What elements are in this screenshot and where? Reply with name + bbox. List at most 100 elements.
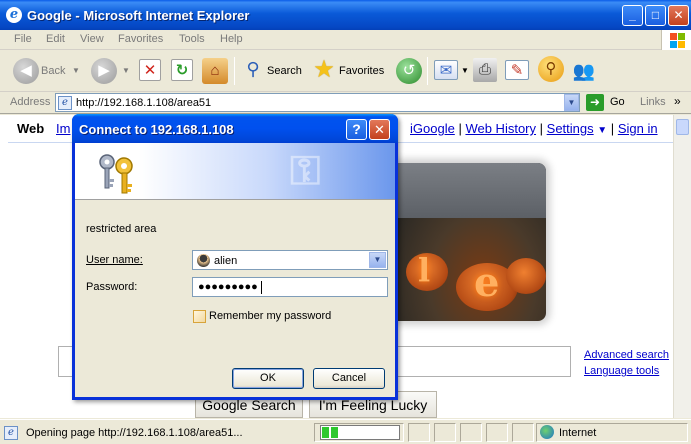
- logo-letter: l: [418, 251, 431, 289]
- dialog-close-button[interactable]: ✕: [369, 119, 390, 140]
- page-icon: e: [58, 96, 72, 110]
- password-value[interactable]: ●●●●●●●●●: [198, 281, 258, 293]
- user-avatar-icon: [197, 254, 210, 267]
- username-label: User name:: [86, 254, 143, 266]
- menu-help[interactable]: Help: [220, 33, 243, 45]
- sign-in-link[interactable]: Sign in: [618, 121, 658, 136]
- status-text: Opening page http://192.168.1.108/area51…: [26, 427, 243, 439]
- history-icon[interactable]: ↺: [396, 58, 422, 84]
- status-bar: e Opening page http://192.168.1.108/area…: [0, 419, 691, 444]
- status-cell: [512, 423, 534, 442]
- progress-segment: [331, 427, 338, 438]
- messenger-icon[interactable]: 👥: [571, 58, 597, 84]
- search-icon[interactable]: ⚲: [242, 58, 264, 80]
- logo-sky: [388, 163, 546, 218]
- menu-view[interactable]: View: [80, 33, 104, 45]
- username-value[interactable]: alien: [214, 255, 237, 267]
- address-dropdown-icon[interactable]: ▼: [564, 94, 579, 111]
- settings-caret-icon[interactable]: ▼: [597, 125, 607, 136]
- igoogle-link[interactable]: iGoogle: [410, 121, 455, 136]
- username-combobox[interactable]: alien ▼: [192, 250, 388, 270]
- address-input[interactable]: e http://192.168.1.108/area51 ▼: [55, 93, 580, 112]
- logo-letter: e: [474, 259, 500, 306]
- progress-fill: [322, 427, 398, 438]
- text-caret: [261, 281, 262, 294]
- status-cell: [408, 423, 430, 442]
- menu-bar: File Edit View Favorites Tools Help: [0, 30, 691, 50]
- dialog-title-bar[interactable]: Connect to 192.168.1.108 ? ✕: [72, 114, 398, 143]
- address-url[interactable]: http://192.168.1.108/area51: [76, 97, 211, 109]
- window-title: Google - Microsoft Internet Explorer: [27, 8, 250, 23]
- links-button[interactable]: Links: [640, 96, 666, 108]
- link-separator: |: [539, 121, 544, 136]
- close-button[interactable]: ✕: [668, 5, 689, 26]
- web-history-link[interactable]: Web History: [465, 121, 536, 136]
- google-doodle-logo[interactable]: l e: [388, 163, 546, 321]
- favorites-star-icon[interactable]: ★: [311, 57, 337, 83]
- menu-tools[interactable]: Tools: [179, 33, 205, 45]
- nav-images[interactable]: Im: [56, 121, 70, 136]
- remember-password-label[interactable]: Remember my password: [209, 310, 331, 322]
- dialog-title: Connect to 192.168.1.108: [79, 122, 234, 137]
- go-button[interactable]: Go: [610, 96, 625, 108]
- ok-button[interactable]: OK: [232, 368, 304, 389]
- status-cell: [434, 423, 456, 442]
- maximize-button[interactable]: □: [645, 5, 666, 26]
- scroll-up-icon[interactable]: [676, 119, 689, 135]
- keys-icon: [99, 154, 133, 194]
- ie-logo-icon: e: [6, 7, 22, 23]
- links-chevron-icon[interactable]: »: [674, 94, 681, 108]
- search-label[interactable]: Search: [267, 65, 302, 77]
- language-tools-link[interactable]: Language tools: [584, 365, 659, 377]
- security-zone: Internet: [559, 427, 597, 439]
- password-field[interactable]: ●●●●●●●●●: [192, 277, 388, 297]
- back-icon[interactable]: ◀: [13, 58, 39, 84]
- link-separator: |: [610, 121, 615, 136]
- mail-dropdown-icon[interactable]: ▼: [461, 66, 469, 75]
- progress-bar: [320, 425, 400, 440]
- vertical-scrollbar[interactable]: [673, 115, 691, 418]
- stop-icon[interactable]: ✕: [139, 59, 161, 81]
- toolbar-separator: [234, 57, 235, 85]
- back-label[interactable]: Back: [41, 65, 65, 77]
- pumpkin: [506, 258, 546, 294]
- status-cell: [486, 423, 508, 442]
- password-label: Password:: [86, 281, 138, 293]
- menu-edit[interactable]: Edit: [46, 33, 65, 45]
- windows-logo-icon: [661, 30, 691, 50]
- menu-favorites[interactable]: Favorites: [118, 33, 163, 45]
- print-icon[interactable]: ⎙: [473, 58, 497, 82]
- banner-watermark-icon: ⚿: [290, 147, 321, 194]
- menu-file[interactable]: File: [14, 33, 32, 45]
- refresh-icon[interactable]: ↻: [171, 59, 193, 81]
- advanced-search-link[interactable]: Advanced search: [584, 349, 669, 361]
- progress-segment: [322, 427, 329, 438]
- mail-icon[interactable]: ✉: [434, 60, 458, 80]
- research-icon[interactable]: ⚲: [538, 56, 564, 82]
- window-title-bar[interactable]: e Google - Microsoft Internet Explorer _…: [0, 0, 691, 30]
- nav-web[interactable]: Web: [17, 121, 44, 136]
- cancel-button[interactable]: Cancel: [313, 368, 385, 389]
- status-cell: [460, 423, 482, 442]
- page-loading-icon: e: [4, 426, 18, 440]
- forward-icon[interactable]: ▶: [91, 58, 117, 84]
- username-dropdown-icon[interactable]: ▼: [369, 252, 386, 268]
- home-icon[interactable]: ⌂: [202, 58, 228, 84]
- edit-icon[interactable]: ✎: [505, 60, 529, 80]
- favorites-label[interactable]: Favorites: [339, 65, 384, 77]
- link-separator: |: [458, 121, 462, 136]
- realm-text: restricted area: [86, 223, 157, 235]
- help-button[interactable]: ?: [346, 119, 367, 140]
- minimize-button[interactable]: _: [622, 5, 643, 26]
- settings-link[interactable]: Settings: [547, 121, 594, 136]
- remember-password-checkbox[interactable]: [193, 310, 206, 323]
- back-dropdown-icon[interactable]: ▼: [72, 66, 80, 75]
- toolbar-separator: [427, 57, 428, 85]
- internet-globe-icon: [540, 425, 554, 439]
- connect-dialog[interactable]: Connect to 192.168.1.108 ? ✕ ⚿ restricte…: [72, 114, 398, 400]
- toolbar: ◀ Back ▼ ▶ ▼ ✕ ↻ ⌂ ⚲ Search ★ Favorites …: [0, 50, 691, 92]
- forward-dropdown-icon[interactable]: ▼: [122, 66, 130, 75]
- go-arrow-icon[interactable]: ➜: [586, 94, 604, 111]
- address-label: Address: [10, 96, 51, 108]
- address-bar: Address e http://192.168.1.108/area51 ▼ …: [0, 92, 691, 114]
